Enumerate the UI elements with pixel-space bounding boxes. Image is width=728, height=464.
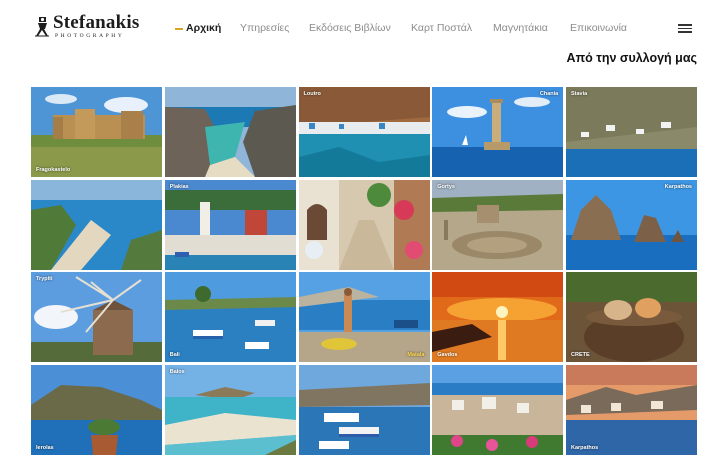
ruins-photo <box>432 179 564 270</box>
tile-caption: Stavia <box>571 91 588 97</box>
windmill-photo <box>31 272 162 363</box>
gallery-tile[interactable]: Bali <box>164 272 296 363</box>
tile-caption: CRETE <box>571 352 590 359</box>
gallery-tile[interactable]: Stavia <box>566 87 697 177</box>
dusk-town-photo <box>566 364 697 455</box>
gallery-tile[interactable] <box>31 179 162 270</box>
harbor-boats-photo <box>164 272 296 363</box>
tile-caption: Balos <box>169 368 185 375</box>
lagoon-photo <box>164 87 296 177</box>
tile-caption: Plakias <box>169 183 189 190</box>
brand-tagline: PHOTOGRAPHY <box>55 33 125 39</box>
hamburger-menu-icon[interactable] <box>678 23 692 33</box>
tile-caption: Fragokastelo <box>36 167 71 173</box>
gallery-tile[interactable]: Chania <box>432 87 564 177</box>
castle-photo <box>31 87 162 177</box>
fisherman-nets-photo <box>298 272 430 363</box>
gallery-tile[interactable]: Trypiti <box>31 272 162 363</box>
gallery-tile[interactable]: Fragokastelo <box>31 87 162 177</box>
gallery-tile[interactable]: Gortys <box>432 179 564 270</box>
church-harbor-photo <box>164 179 296 270</box>
gallery-tile[interactable]: Matala <box>298 272 430 363</box>
cats-in-pot-photo <box>566 272 697 363</box>
tile-caption: Karpathos <box>664 183 692 190</box>
island-cactus-photo <box>31 364 162 455</box>
nav-item-home[interactable]: Αρχική <box>186 21 221 35</box>
gallery-tile[interactable] <box>298 179 430 270</box>
photographer-silhouette-icon <box>35 17 49 37</box>
gallery-tile[interactable]: Karpathos <box>566 364 697 455</box>
gallery-tile[interactable]: Ierolas <box>31 364 162 455</box>
sea-rocks-photo <box>566 179 697 270</box>
nav-item-services[interactable]: Υπηρεσίες <box>240 21 289 35</box>
gallery-tile[interactable]: CRETE <box>566 272 697 363</box>
photo-gallery: Fragokastelo Loutro Chania Stavia Plakia… <box>31 87 697 455</box>
gallery-tile[interactable]: Gavdos <box>432 272 564 363</box>
tile-caption: Loutro <box>303 91 321 97</box>
lagoon-beach-photo <box>164 364 296 455</box>
tile-caption: Gortys <box>437 183 455 190</box>
fishing-boats-photo <box>298 364 430 455</box>
tile-caption: Karpathos <box>571 444 599 451</box>
gallery-tile[interactable]: Karpathos <box>566 179 697 270</box>
site-header: Stefanakis PHOTOGRAPHY Αρχική Υπηρεσίες … <box>0 0 728 56</box>
town-harbor-flowers-photo <box>432 364 564 455</box>
nav-item-books[interactable]: Εκδόσεις Βιβλίων <box>309 21 391 35</box>
gallery-tile[interactable]: Loutro <box>298 87 430 177</box>
alley-flowers-photo <box>298 179 430 270</box>
tile-caption: Chania <box>539 91 559 97</box>
gallery-tile[interactable] <box>432 364 564 455</box>
tile-caption: Matala <box>407 352 425 359</box>
nav-item-postcards[interactable]: Καρτ Ποστάλ <box>411 21 472 35</box>
beach-cove-photo <box>31 179 162 270</box>
tile-caption: Bali <box>169 352 180 359</box>
active-nav-indicator <box>175 28 183 30</box>
gallery-tile[interactable]: Balos <box>164 364 296 455</box>
lighthouse-photo <box>432 87 564 177</box>
tile-caption: Gavdos <box>437 352 458 359</box>
village-bay-photo <box>298 87 430 177</box>
sunset-sea-photo <box>432 272 564 363</box>
nav-item-magnets[interactable]: Μαγνητάκια <box>493 21 548 35</box>
gallery-tile[interactable] <box>164 87 296 177</box>
nav-item-contact[interactable]: Επικοινωνία <box>570 21 627 35</box>
tile-caption: Trypiti <box>36 276 53 283</box>
gallery-tile[interactable]: Plakias <box>164 179 296 270</box>
brand-name: Stefanakis <box>53 12 140 33</box>
section-title: Από την συλλογή μας <box>566 51 697 65</box>
brand-logo[interactable]: Stefanakis PHOTOGRAPHY <box>32 12 140 39</box>
hillside-village-photo <box>566 87 697 177</box>
tile-caption: Ierolas <box>36 444 54 451</box>
gallery-tile[interactable] <box>298 364 430 455</box>
